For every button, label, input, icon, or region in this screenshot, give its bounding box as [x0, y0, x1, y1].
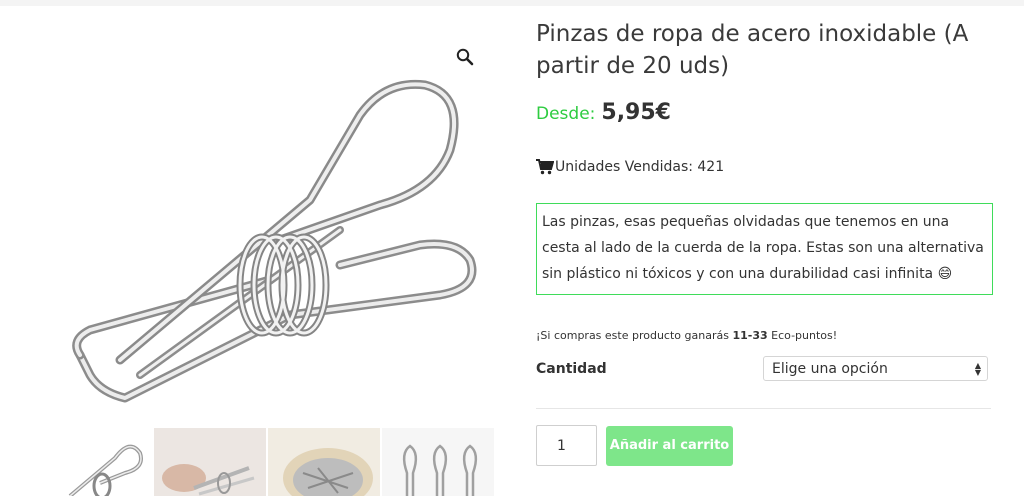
eco-points-notice: ¡Si compras este producto ganarás 11-33 … — [536, 329, 996, 342]
quantity-variation-row: Cantidad Elige una opción ▲ ▼ — [536, 356, 988, 381]
select-arrows-icon: ▲ ▼ — [974, 360, 981, 377]
product-gallery — [0, 10, 500, 496]
units-sold: Unidades Vendidas: 421 — [536, 159, 996, 175]
description-text: Las pinzas, esas pequeñas olvidadas que … — [542, 214, 984, 282]
thumbnail-1[interactable] — [40, 428, 152, 496]
top-border — [0, 0, 1024, 6]
select-value: Elige una opción — [772, 360, 888, 377]
add-to-cart-button[interactable]: Añadir al carrito — [606, 425, 733, 466]
quantity-label: Cantidad — [536, 360, 607, 377]
eco-points-value: 11-33 — [732, 329, 768, 342]
zoom-button[interactable] — [448, 40, 482, 74]
eco-prefix: ¡Si compras este producto ganarás — [536, 329, 733, 342]
price-amount: 5,95€ — [601, 100, 671, 125]
gallery-thumbnails — [40, 428, 496, 496]
add-to-cart-form: 1 Añadir al carrito — [536, 425, 996, 466]
product-main-image[interactable] — [40, 30, 500, 430]
eco-suffix: Eco-puntos! — [767, 329, 838, 342]
magnifier-icon — [456, 48, 474, 66]
units-sold-text: Unidades Vendidas: 421 — [555, 159, 725, 175]
price: Desde: 5,95€ — [536, 100, 996, 125]
divider — [536, 408, 991, 409]
thumbnail-3[interactable] — [268, 428, 380, 496]
shopping-cart-icon — [536, 159, 554, 175]
product-title: Pinzas de ropa de acero inoxidable (A pa… — [536, 21, 969, 79]
thumbnail-2[interactable] — [154, 428, 266, 496]
quantity-input[interactable]: 1 — [536, 425, 597, 466]
quantity-option-select[interactable]: Elige una opción ▲ ▼ — [763, 356, 988, 381]
product-summary: Pinzas de ropa de acero inoxidable (A pa… — [536, 18, 996, 466]
product-description: Las pinzas, esas pequeñas olvidadas que … — [536, 203, 993, 295]
price-label: Desde: — [536, 104, 596, 124]
thumbnail-4[interactable] — [382, 428, 494, 496]
